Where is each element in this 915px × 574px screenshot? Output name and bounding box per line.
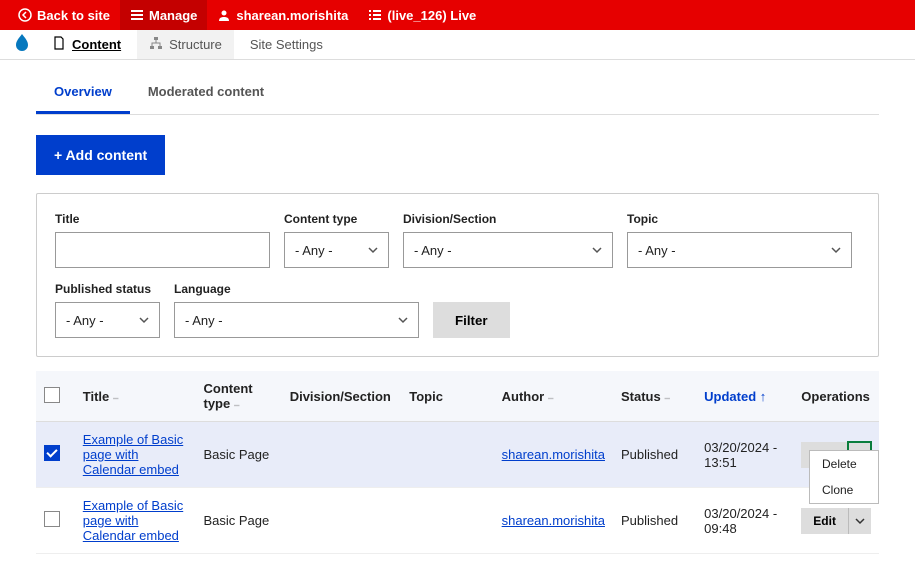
env-indicator[interactable]: (live_126) Live	[358, 0, 486, 30]
filter-ct-label: Content type	[284, 212, 389, 226]
filter-topic-select[interactable]: - Any -	[627, 232, 852, 268]
edit-button[interactable]: Edit	[801, 508, 848, 534]
manage-label: Manage	[149, 8, 197, 23]
filter-title-label: Title	[55, 212, 270, 226]
col-author[interactable]: Author⎯	[494, 371, 613, 422]
col-operations: Operations	[793, 371, 879, 422]
back-to-site-label: Back to site	[37, 8, 110, 23]
back-to-site[interactable]: Back to site	[8, 0, 120, 30]
op-delete[interactable]: Delete	[810, 451, 878, 477]
chevron-down-icon	[398, 315, 408, 325]
row-division	[282, 488, 402, 554]
row-checkbox[interactable]	[44, 511, 60, 527]
tab-moderated[interactable]: Moderated content	[130, 70, 282, 114]
select-all-checkbox[interactable]	[44, 387, 60, 403]
sort-icon: ⎯	[113, 393, 118, 404]
back-arrow-icon	[18, 8, 32, 22]
admin-topbar: Back to site Manage sharean.morishita (l…	[0, 0, 915, 30]
col-topic: Topic	[401, 371, 493, 422]
col-status[interactable]: Status⎯	[613, 371, 696, 422]
filter-ds-select[interactable]: - Any -	[403, 232, 613, 268]
filter-topic-value: - Any -	[638, 243, 676, 258]
filter-panel: Title Content type - Any - Division/Sect…	[36, 193, 879, 357]
row-status: Published	[613, 488, 696, 554]
row-author-link[interactable]: sharean.morishita	[502, 447, 605, 462]
drupal-logo-icon	[8, 33, 36, 56]
op-clone[interactable]: Clone	[810, 477, 878, 503]
row-author-link[interactable]: sharean.morishita	[502, 513, 605, 528]
document-icon	[52, 36, 66, 53]
filter-title-input[interactable]	[55, 232, 270, 268]
col-updated[interactable]: Updated ↑	[696, 371, 793, 422]
col-title[interactable]: Title⎯	[75, 371, 196, 422]
sort-icon: ⎯	[234, 400, 239, 411]
table-row: Example of Basic page with Calendar embe…	[36, 488, 879, 554]
sitemap-icon	[149, 36, 163, 53]
menu-structure-label: Structure	[169, 37, 222, 52]
chevron-down-icon	[855, 516, 865, 526]
table-row: Example of Basic page with Calendar embe…	[36, 422, 879, 488]
filter-lang-label: Language	[174, 282, 419, 296]
filter-ds-label: Division/Section	[403, 212, 613, 226]
local-tabs: Overview Moderated content	[36, 70, 879, 115]
row-updated: 03/20/2024 - 09:48	[696, 488, 793, 554]
row-checkbox[interactable]	[44, 445, 60, 461]
sort-icon: ⎯	[665, 393, 670, 404]
filter-ct-value: - Any -	[295, 243, 333, 258]
row-topic	[401, 422, 493, 488]
chevron-down-icon	[592, 245, 602, 255]
filter-lang-select[interactable]: - Any -	[174, 302, 419, 338]
menu-content[interactable]: Content	[40, 30, 133, 59]
tab-overview[interactable]: Overview	[36, 70, 130, 114]
list-icon	[368, 8, 382, 22]
row-content-type: Basic Page	[195, 488, 281, 554]
row-title-link[interactable]: Example of Basic page with Calendar embe…	[83, 498, 183, 543]
chevron-down-icon	[368, 245, 378, 255]
row-content-type: Basic Page	[195, 422, 281, 488]
manage-menu[interactable]: Manage	[120, 0, 207, 30]
filter-ct-select[interactable]: - Any -	[284, 232, 389, 268]
menu-structure[interactable]: Structure	[137, 30, 234, 59]
filter-lang-value: - Any -	[185, 313, 223, 328]
filter-ds-value: - Any -	[414, 243, 452, 258]
menu-content-label: Content	[72, 37, 121, 52]
user-menu[interactable]: sharean.morishita	[207, 0, 358, 30]
hamburger-icon	[130, 8, 144, 22]
row-topic	[401, 488, 493, 554]
chevron-down-icon	[831, 245, 841, 255]
row-title-link[interactable]: Example of Basic page with Calendar embe…	[83, 432, 183, 477]
col-division: Division/Section	[282, 371, 402, 422]
sort-icon: ⎯	[548, 393, 553, 404]
user-label: sharean.morishita	[236, 8, 348, 23]
filter-pub-select[interactable]: - Any -	[55, 302, 160, 338]
sort-asc-icon: ↑	[760, 389, 767, 404]
filter-pub-label: Published status	[55, 282, 160, 296]
filter-pub-value: - Any -	[66, 313, 104, 328]
operations-toggle[interactable]	[848, 508, 871, 534]
menu-site-settings[interactable]: Site Settings	[238, 30, 335, 59]
filter-topic-label: Topic	[627, 212, 852, 226]
user-icon	[217, 8, 231, 22]
chevron-down-icon	[139, 315, 149, 325]
row-division	[282, 422, 402, 488]
menu-settings-label: Site Settings	[250, 37, 323, 52]
filter-submit-button[interactable]: Filter	[433, 302, 510, 338]
row-status: Published	[613, 422, 696, 488]
operations-dropdown: Delete Clone	[809, 450, 879, 504]
admin-menu: Content Structure Site Settings	[0, 30, 915, 60]
row-updated: 03/20/2024 - 13:51	[696, 422, 793, 488]
col-content-type[interactable]: Content type⎯	[195, 371, 281, 422]
env-label: (live_126) Live	[387, 8, 476, 23]
add-content-button[interactable]: + Add content	[36, 135, 165, 175]
